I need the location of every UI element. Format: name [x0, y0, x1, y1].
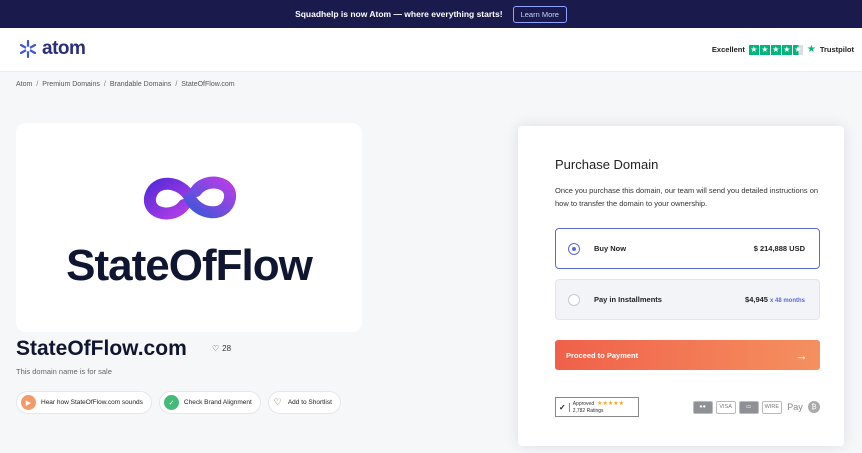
option-months: x 48 months — [769, 298, 805, 304]
heart-icon: ♡ — [273, 397, 282, 407]
purchase-description: Once you purchase this domain, our team … — [555, 186, 819, 208]
payment-methods: ●● VISA ▭ WIRE Pay ₿ — [692, 400, 820, 414]
mastercard-icon: ●● — [692, 400, 713, 414]
approved-checkmark-icon: ✓ — [559, 402, 570, 412]
pill-label: Check Brand Alignment — [183, 399, 252, 406]
proceed-to-payment-button[interactable]: Proceed to Payment → — [555, 340, 820, 370]
amex-icon: ▭ — [738, 400, 759, 414]
banner-text: Squadhelp is now Atom — where everything… — [295, 9, 503, 19]
radio-unselected[interactable] — [568, 293, 580, 306]
hear-pronunciation-button[interactable]: ▶ Hear how StateOfFlow.com sounds — [16, 391, 152, 414]
trustpilot-star-icon: ★ — [806, 44, 816, 55]
visa-icon: VISA — [715, 400, 736, 414]
learn-more-button[interactable]: Learn More — [512, 5, 567, 23]
option-price: $ 214,888 USD — [753, 244, 805, 253]
breadcrumb-separator: / — [103, 81, 106, 88]
apple-pay-icon: Pay — [787, 402, 803, 412]
breadcrumb-current: StateOfFlow.com — [181, 81, 235, 88]
purchase-title: Purchase Domain — [555, 157, 659, 172]
brand-wordmark: StateOfFlow — [66, 241, 313, 290]
atom-logo[interactable]: atom — [18, 38, 86, 60]
half-star-icon: ★ — [792, 44, 803, 55]
option-label: Pay in Installments — [594, 295, 662, 304]
wire-icon: WIRE — [761, 400, 782, 414]
option-price-wrap: $4,945 x 48 months — [745, 295, 805, 304]
pill-label: Add to Shortlist — [287, 399, 332, 406]
action-pills: ▶ Hear how StateOfFlow.com sounds ✓ Chec… — [16, 391, 341, 414]
purchase-panel: Purchase Domain Once you purchase this d… — [518, 126, 844, 446]
pill-label: Hear how StateOfFlow.com sounds — [41, 399, 143, 406]
breadcrumb-premium-domains[interactable]: Premium Domains — [42, 81, 100, 88]
bitcoin-icon: ₿ — [808, 401, 820, 413]
breadcrumb: Atom / Premium Domains / Brandable Domai… — [16, 81, 235, 88]
shopper-approved-badge[interactable]: ✓ Approved ★★★★★ 2,782 Ratings — [555, 397, 639, 417]
option-price: $4,945 — [745, 295, 768, 304]
buy-now-option[interactable]: Buy Now $ 214,888 USD — [555, 228, 820, 269]
breadcrumb-separator: / — [36, 81, 39, 88]
arrow-right-icon: → — [795, 347, 808, 363]
approved-label: Approved — [572, 400, 595, 407]
breadcrumb-atom[interactable]: Atom — [16, 81, 32, 88]
trustpilot-brand: Trustpilot — [819, 45, 854, 54]
brand-logo-card: StateOfFlow — [16, 123, 362, 332]
approved-ratings: 2,782 Ratings — [572, 408, 604, 414]
breadcrumb-separator: / — [175, 81, 178, 88]
logo-text: atom — [42, 38, 86, 59]
star-icon: ★ — [770, 44, 781, 55]
rating-stars-icon: ★★★★★ — [597, 401, 625, 407]
proceed-label: Proceed to Payment — [566, 350, 639, 360]
sale-status: This domain name is for sale — [16, 367, 112, 376]
trustpilot-rating-word: Excellent — [711, 45, 745, 54]
trustpilot-widget[interactable]: Excellent ★ ★ ★ ★ ★ ★ Trustpilot — [712, 44, 854, 55]
star-icon: ★ — [748, 44, 759, 55]
payment-trust-row: ✓ Approved ★★★★★ 2,782 Ratings ●● VISA ▭… — [555, 397, 820, 417]
breadcrumb-brandable-domains[interactable]: Brandable Domains — [110, 81, 171, 88]
play-icon: ▶ — [21, 395, 36, 410]
radio-selected[interactable] — [568, 242, 580, 255]
star-icon: ★ — [781, 44, 792, 55]
option-label: Buy Now — [594, 244, 627, 253]
atom-logo-icon — [19, 39, 37, 59]
add-to-shortlist-button[interactable]: ♡ Add to Shortlist — [267, 391, 341, 414]
like-button[interactable]: ♡ 28 — [212, 344, 231, 353]
site-header: atom Excellent ★ ★ ★ ★ ★ ★ Trustpilot — [0, 28, 862, 72]
trustpilot-stars: ★ ★ ★ ★ ★ — [748, 44, 803, 55]
domain-name-title: StateOfFlow.com — [16, 337, 187, 360]
check-icon: ✓ — [163, 395, 179, 410]
installments-option[interactable]: Pay in Installments $4,945 x 48 months — [555, 279, 820, 320]
like-count: 28 — [222, 344, 232, 353]
star-icon: ★ — [759, 44, 770, 55]
heart-icon: ♡ — [212, 344, 220, 353]
infinity-logo-icon — [144, 176, 236, 220]
announcement-banner: Squadhelp is now Atom — where everything… — [0, 0, 862, 28]
check-brand-alignment-button[interactable]: ✓ Check Brand Alignment — [158, 391, 261, 414]
